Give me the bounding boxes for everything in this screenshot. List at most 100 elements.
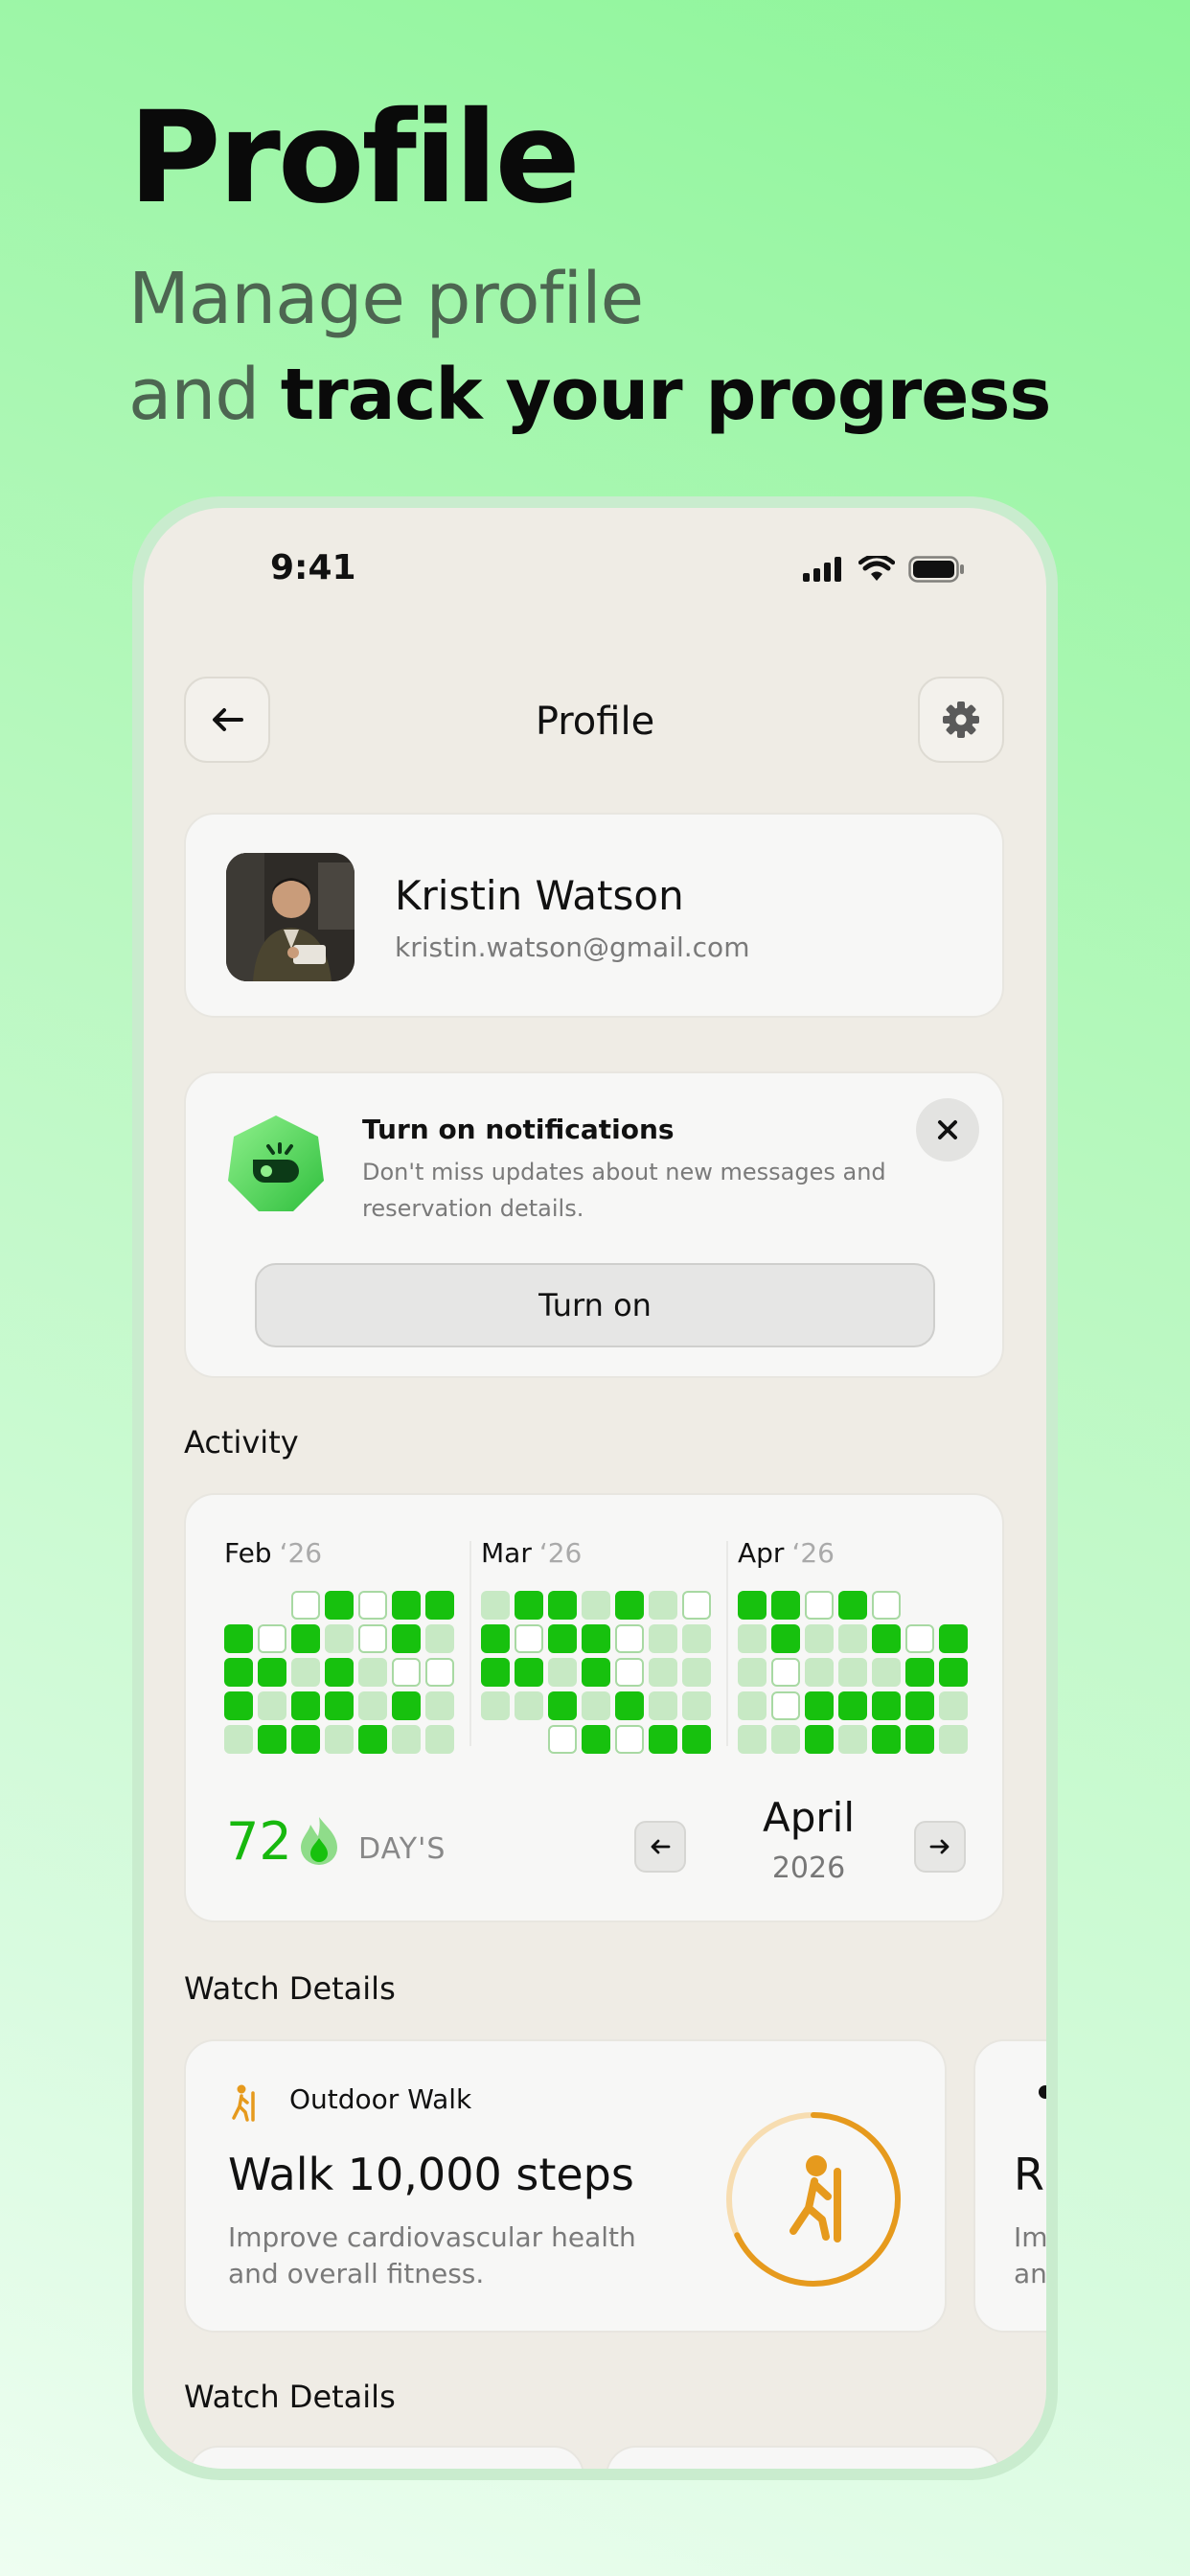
card-icon <box>1039 2085 1046 2099</box>
activity-day-cell <box>582 1624 610 1653</box>
close-notification-button[interactable] <box>916 1098 979 1162</box>
activity-day-cell <box>805 1691 834 1720</box>
notification-title: Turn on notifications <box>362 1114 675 1145</box>
hero-subtitle-bold: track your progress <box>280 354 1052 436</box>
activity-day-cell <box>481 1725 510 1754</box>
turn-on-button[interactable]: Turn on <box>255 1263 935 1347</box>
watch-details-section-title-2: Watch Details <box>184 2379 396 2415</box>
activity-day-cell <box>425 1591 454 1620</box>
activity-day-cell <box>872 1691 901 1720</box>
activity-day-cell <box>615 1658 644 1687</box>
activity-day-cell <box>582 1658 610 1687</box>
activity-day-cell <box>224 1725 253 1754</box>
activity-day-cell <box>682 1658 711 1687</box>
activity-day-cell <box>872 1658 901 1687</box>
whistle-badge <box>224 1112 328 1215</box>
activity-day-cell <box>615 1725 644 1754</box>
activity-day-cell <box>771 1725 800 1754</box>
activity-section-title: Activity <box>184 1424 299 1460</box>
activity-day-cell <box>939 1725 968 1754</box>
month-column-apr: Apr ‘26 <box>738 1537 968 1754</box>
activity-day-cell <box>481 1624 510 1653</box>
activity-day-cell <box>738 1591 767 1620</box>
divider <box>726 1541 728 1746</box>
activity-day-cell <box>291 1591 320 1620</box>
activity-day-cell <box>905 1591 934 1620</box>
activity-day-cell <box>515 1658 543 1687</box>
activity-day-cell <box>425 1658 454 1687</box>
activity-day-cell <box>325 1591 354 1620</box>
activity-day-cell <box>258 1624 286 1653</box>
selected-month: April <box>763 1794 855 1841</box>
watch-detail-card[interactable]: Outdoor Walk Walk 10,000 steps Improve c… <box>184 2039 947 2333</box>
activity-day-cell <box>649 1725 677 1754</box>
activity-day-cell <box>291 1691 320 1720</box>
activity-day-cell <box>582 1725 610 1754</box>
settings-button[interactable] <box>918 677 1004 763</box>
activity-day-cell <box>649 1691 677 1720</box>
watch-details-section-title: Watch Details <box>184 1970 396 2007</box>
progress-ring <box>722 2108 904 2294</box>
activity-day-cell <box>291 1725 320 1754</box>
activity-day-cell <box>838 1624 867 1653</box>
activity-day-cell <box>582 1591 610 1620</box>
activity-day-cell <box>805 1624 834 1653</box>
activity-day-cell <box>738 1725 767 1754</box>
activity-day-cell <box>582 1691 610 1720</box>
month-name: Apr <box>738 1537 785 1569</box>
hero-subtitle-line2: and track your progress <box>128 347 1052 443</box>
activity-day-cell <box>358 1624 387 1653</box>
activity-day-cell <box>682 1691 711 1720</box>
activity-day-cell <box>325 1624 354 1653</box>
battery-icon <box>908 556 964 583</box>
activity-day-cell <box>224 1624 253 1653</box>
activity-day-cell <box>515 1624 543 1653</box>
activity-day-cell <box>515 1725 543 1754</box>
activity-day-cell <box>615 1691 644 1720</box>
activity-day-cell <box>548 1725 577 1754</box>
watch-detail-card-peek[interactable]: R Im an <box>973 2039 1046 2333</box>
activity-day-cell <box>325 1691 354 1720</box>
activity-day-cell <box>771 1591 800 1620</box>
activity-day-cell <box>224 1691 253 1720</box>
activity-day-cell <box>939 1591 968 1620</box>
activity-day-cell <box>649 1624 677 1653</box>
avatar <box>226 853 355 981</box>
activity-day-cell <box>258 1725 286 1754</box>
hero-subtitle: Manage profile and track your progress <box>128 251 1052 443</box>
bottom-card[interactable] <box>188 2446 584 2469</box>
peek-card-title: R <box>1014 2149 1044 2200</box>
month-year: ‘26 <box>791 1537 835 1569</box>
activity-day-cell <box>805 1591 834 1620</box>
activity-day-cell <box>872 1624 901 1653</box>
activity-day-cell <box>905 1624 934 1653</box>
bottom-card[interactable] <box>606 2446 1002 2469</box>
activity-day-cell <box>392 1725 421 1754</box>
activity-day-cell <box>939 1691 968 1720</box>
selected-year: 2026 <box>771 1852 846 1885</box>
heatmap-grid <box>224 1591 454 1754</box>
profile-card[interactable]: Kristin Watson kristin.watson@gmail.com <box>184 813 1004 1018</box>
activity-day-cell <box>805 1725 834 1754</box>
hero-subtitle-line1: Manage profile <box>128 258 644 340</box>
streak-count: 72 <box>226 1811 292 1872</box>
gear-icon <box>943 702 979 738</box>
watch-card-description: Improve cardiovascular health and overal… <box>228 2221 636 2289</box>
profile-name: Kristin Watson <box>395 872 684 919</box>
activity-day-cell <box>805 1658 834 1687</box>
previous-month-button[interactable] <box>634 1821 686 1873</box>
activity-day-cell <box>682 1624 711 1653</box>
activity-day-cell <box>682 1725 711 1754</box>
next-month-button[interactable] <box>914 1821 966 1873</box>
month-column-mar: Mar ‘26 <box>481 1537 711 1754</box>
peek-card-description: Im an <box>1014 2221 1046 2289</box>
divider <box>469 1541 471 1746</box>
signal-icon <box>803 557 841 582</box>
activity-day-cell <box>481 1658 510 1687</box>
hero-subtitle-plain: and <box>128 354 260 436</box>
activity-day-cell <box>548 1658 577 1687</box>
notification-card: Turn on notifications Don't miss updates… <box>184 1071 1004 1378</box>
activity-day-cell <box>771 1624 800 1653</box>
activity-day-cell <box>838 1591 867 1620</box>
activity-day-cell <box>425 1691 454 1720</box>
